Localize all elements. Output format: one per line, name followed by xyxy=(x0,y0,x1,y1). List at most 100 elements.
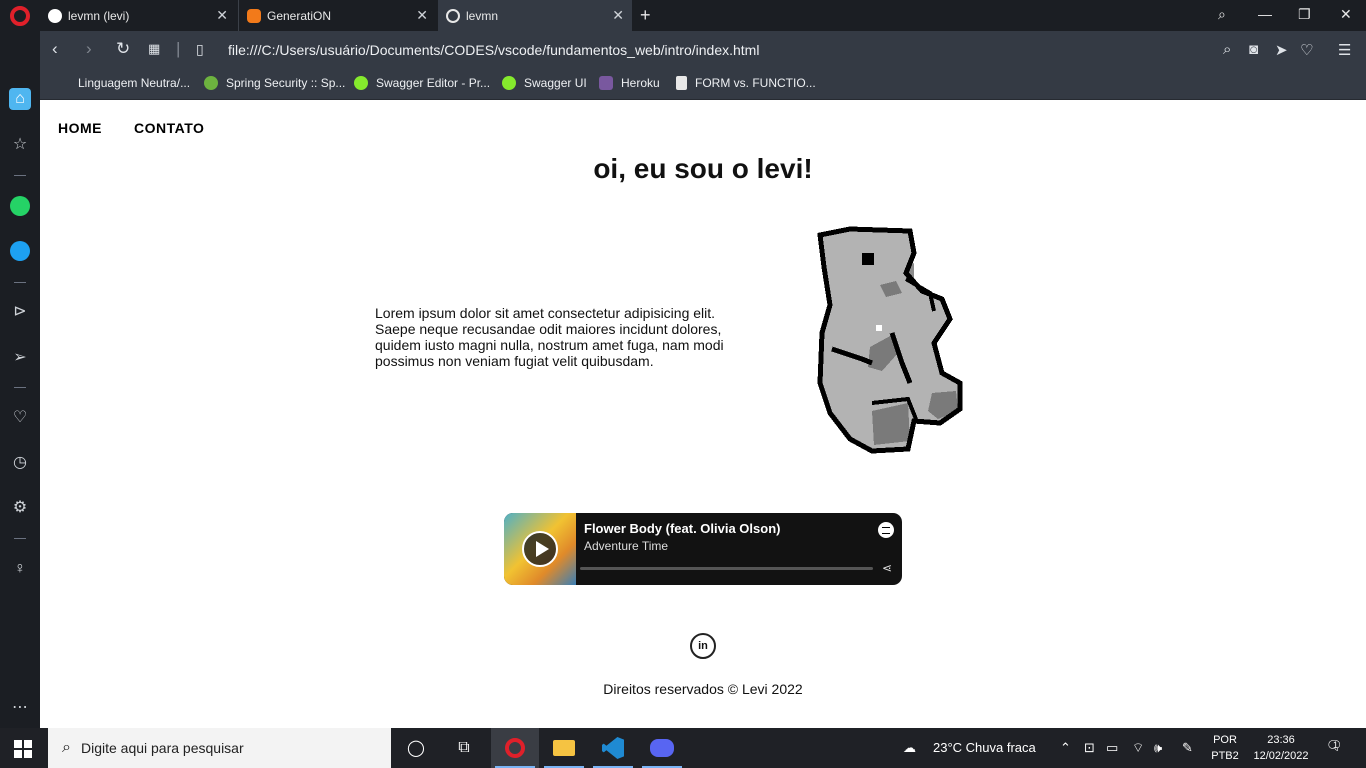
tab-levmn[interactable]: levmn ✕ xyxy=(438,0,632,31)
cortana-icon[interactable]: ◯ xyxy=(403,736,429,760)
vscode-icon xyxy=(602,737,624,759)
forward-button[interactable]: › xyxy=(86,40,92,58)
reload-button[interactable]: ↻ xyxy=(116,40,130,58)
play-button[interactable] xyxy=(522,531,558,567)
bookmark-form-vs-function[interactable]: FORM vs. FUNCTIO... xyxy=(676,76,816,90)
heart-icon[interactable]: ♡ xyxy=(9,406,31,428)
volume-icon[interactable]: 🕪 xyxy=(1154,740,1162,756)
settings-icon[interactable]: ⚙ xyxy=(9,496,31,518)
divider xyxy=(14,387,26,388)
bookmark-label: FORM vs. FUNCTIO... xyxy=(695,76,816,90)
back-button[interactable]: ‹ xyxy=(52,40,58,58)
weather-icon[interactable]: ☁ xyxy=(903,740,916,756)
url-field[interactable]: file:///C:/Users/usuário/Documents/CODES… xyxy=(228,42,759,58)
taskbar: ⌕ Digite aqui para pesquisar ◯ ⧉ ☁ 23°C … xyxy=(0,728,1366,768)
taskbar-search-box[interactable]: ⌕ Digite aqui para pesquisar xyxy=(48,728,391,768)
spotify-logo-icon[interactable] xyxy=(878,522,894,538)
pixel-bear-image xyxy=(817,226,963,454)
separator: | xyxy=(176,39,181,58)
more-icon[interactable]: ⋯ xyxy=(9,696,31,718)
globe-icon xyxy=(446,8,460,23)
spring-icon xyxy=(204,76,218,90)
swagger-icon xyxy=(502,76,516,90)
cloud-icon xyxy=(247,8,261,23)
intro-text: Lorem ipsum dolor sit amet consectetur a… xyxy=(375,305,724,369)
search-icon: ⌕ xyxy=(62,739,71,756)
divider xyxy=(14,175,26,176)
history-icon[interactable]: ◷ xyxy=(9,451,31,473)
weather-text[interactable]: 23°C Chuva fraca xyxy=(933,740,1036,755)
tab-levmn-levi[interactable]: levmn (levi) ✕ xyxy=(40,0,236,31)
progress-bar[interactable] xyxy=(580,567,873,570)
close-icon[interactable]: ✕ xyxy=(416,8,428,22)
easy-setup-icon[interactable]: ☰ xyxy=(1338,41,1351,59)
page-icon xyxy=(676,76,687,90)
github-icon xyxy=(48,8,62,23)
track-title[interactable]: Flower Body (feat. Olivia Olson) xyxy=(584,521,780,536)
bookmark-linguagem-neutra[interactable]: Linguagem Neutra/... xyxy=(78,76,190,90)
player-icon[interactable]: ⊳ xyxy=(9,300,31,322)
opera-logo-icon[interactable] xyxy=(10,6,30,26)
play-icon xyxy=(535,541,549,557)
track-artist[interactable]: Adventure Time xyxy=(584,539,668,553)
close-window-button[interactable]: ✕ xyxy=(1340,6,1352,23)
linkedin-icon[interactable]: in xyxy=(690,633,716,659)
zoom-icon[interactable]: ⌕ xyxy=(1223,41,1231,58)
camera-icon[interactable]: ◙ xyxy=(1249,41,1258,58)
close-icon[interactable]: ✕ xyxy=(216,8,228,22)
bookmarks-bar: Linguagem Neutra/... Spring Security :: … xyxy=(40,69,1366,100)
sidebar: ⌂ ☆ ⊳ ➢ ♡ ◷ ⚙ ♀ ⋯ xyxy=(0,31,40,728)
battery-icon[interactable]: ▭ xyxy=(1106,740,1118,756)
restore-button[interactable]: ❐ xyxy=(1298,6,1311,23)
twitter-icon[interactable] xyxy=(10,241,30,261)
taskbar-opera-app[interactable] xyxy=(491,728,539,768)
minimize-button[interactable]: — xyxy=(1258,6,1272,22)
site-nav: HOME CONTATO xyxy=(58,120,204,136)
nav-home-link[interactable]: HOME xyxy=(58,120,102,136)
bookmark-spring-security[interactable]: Spring Security :: Sp... xyxy=(204,76,345,90)
chevron-up-icon[interactable]: ⌃ xyxy=(1060,740,1071,756)
heroku-icon xyxy=(599,76,613,90)
task-view-icon[interactable]: ⧉ xyxy=(451,736,477,760)
new-tab-button[interactable]: + xyxy=(640,5,651,26)
web-page: HOME CONTATO oi, eu sou o levi! Lorem ip… xyxy=(40,101,1366,728)
star-icon[interactable]: ☆ xyxy=(9,133,31,155)
taskbar-discord-app[interactable] xyxy=(638,728,686,768)
bookmark-heroku[interactable]: Heroku xyxy=(599,76,660,90)
taskbar-explorer-app[interactable] xyxy=(540,728,588,768)
divider xyxy=(14,538,26,539)
meet-now-icon[interactable]: ⊡ xyxy=(1084,740,1095,756)
search-tabs-icon[interactable]: ⌕ xyxy=(1218,6,1226,23)
wifi-icon[interactable]: ⌔ xyxy=(1132,740,1144,756)
bookmark-label: Swagger Editor - Pr... xyxy=(376,76,491,90)
footer-text: Direitos reservados © Levi 2022 xyxy=(603,681,803,697)
language-indicator[interactable]: POR PTB2 xyxy=(1208,732,1242,764)
spotify-embed-player[interactable]: Flower Body (feat. Olivia Olson) Adventu… xyxy=(504,513,902,585)
swagger-icon xyxy=(354,76,368,90)
taskbar-vscode-app[interactable] xyxy=(589,728,637,768)
windows-start-icon[interactable] xyxy=(14,740,32,758)
search-placeholder: Digite aqui para pesquisar xyxy=(80,740,244,756)
clock[interactable]: 23:36 12/02/2022 xyxy=(1246,732,1316,764)
close-icon[interactable]: ✕ xyxy=(612,8,624,22)
whatsapp-icon[interactable] xyxy=(10,196,30,216)
heart-icon[interactable]: ♡ xyxy=(1300,41,1313,59)
bookmark-swagger-editor[interactable]: Swagger Editor - Pr... xyxy=(354,76,490,90)
discord-icon xyxy=(650,739,674,757)
divider xyxy=(14,282,26,283)
lightbulb-icon[interactable]: ♀ xyxy=(9,558,31,580)
tab-generation[interactable]: GeneratiON ✕ xyxy=(238,0,436,31)
page-icon: ▯ xyxy=(196,41,204,57)
nav-contact-link[interactable]: CONTATO xyxy=(134,120,204,136)
pen-icon[interactable]: ✎ xyxy=(1182,740,1193,756)
share-icon[interactable]: ⋖ xyxy=(882,561,892,575)
bookmark-swagger-ui[interactable]: Swagger UI xyxy=(502,76,587,90)
home-icon[interactable]: ⌂ xyxy=(9,88,31,110)
send-icon[interactable]: ➤ xyxy=(1275,41,1288,59)
page-title: oi, eu sou o levi! xyxy=(593,153,813,184)
address-bar: ‹ › ↻ ▦ | ▯ file:///C:/Users/usuário/Doc… xyxy=(40,31,1366,69)
opera-icon xyxy=(505,738,525,758)
tabs-grid-icon[interactable]: ▦ xyxy=(148,40,160,58)
send-icon[interactable]: ➢ xyxy=(9,346,31,368)
folder-icon xyxy=(553,740,575,756)
